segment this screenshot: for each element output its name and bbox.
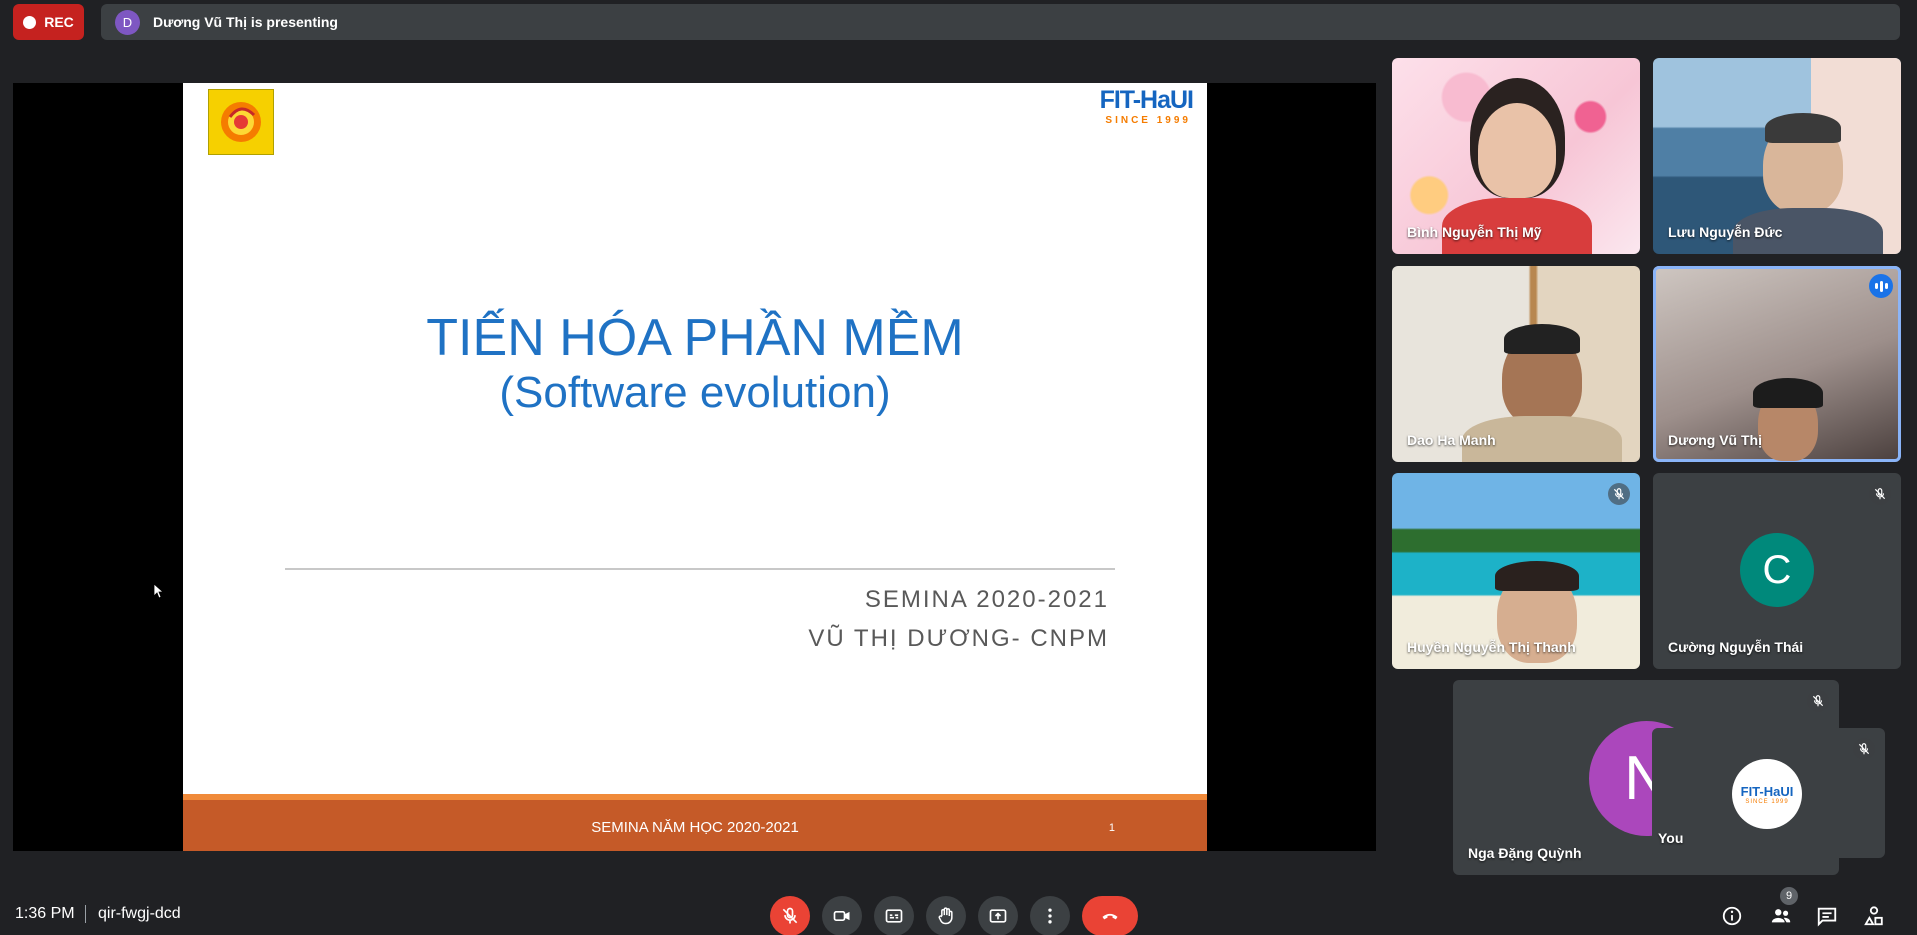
- slide-footer-text: SEMINA NĂM HỌC 2020-2021: [591, 819, 799, 836]
- bottom-divider: [85, 905, 86, 923]
- fit-haui-since-text: SINCE 1999: [1105, 115, 1191, 126]
- speaking-indicator-icon: [1869, 274, 1893, 298]
- participant-name: Dao Ha Manh: [1407, 432, 1496, 448]
- slide-title: TIẾN HÓA PHẦN MỀM: [426, 309, 964, 367]
- camera-toggle-button[interactable]: [822, 896, 862, 935]
- participant-tile[interactable]: Lưu Nguyễn Đức: [1653, 58, 1901, 254]
- videocam-icon: [833, 911, 850, 921]
- closed-caption-icon: [885, 909, 903, 923]
- mic-off-icon: [1608, 483, 1630, 505]
- hand-icon: [938, 907, 953, 925]
- raise-hand-button[interactable]: [926, 896, 966, 935]
- participant-name: Nga Đặng Quỳnh: [1468, 845, 1582, 861]
- participant-name: Lưu Nguyễn Đức: [1668, 224, 1783, 240]
- slide-subtitle: (Software evolution): [499, 368, 891, 417]
- self-avatar-since-text: SINCE 1999: [1745, 798, 1789, 805]
- self-avatar: FIT-HaUI SINCE 1999: [1732, 759, 1802, 829]
- presenting-banner[interactable]: D Dương Vũ Thị is presenting: [101, 4, 1900, 40]
- participant-name: Huyền Nguyễn Thị Thanh: [1407, 639, 1576, 655]
- people-button[interactable]: [1767, 902, 1795, 930]
- self-avatar-logo-text: FIT-HaUI: [1740, 783, 1794, 799]
- info-icon: [1722, 906, 1742, 926]
- mic-off-icon: [1869, 483, 1891, 505]
- more-vert-icon: [1048, 908, 1052, 924]
- call-end-icon: [1102, 913, 1118, 920]
- mic-off-icon: [1853, 738, 1875, 760]
- activities-shapes-icon: [1864, 906, 1883, 926]
- participant-name: Dương Vũ Thị: [1668, 432, 1762, 448]
- mouse-cursor-icon: [153, 583, 165, 599]
- participant-name: You: [1658, 830, 1684, 846]
- participant-tile[interactable]: Dao Ha Manh: [1392, 266, 1640, 462]
- participant-name: Bình Nguyễn Thị Mỹ: [1407, 224, 1542, 240]
- recording-badge: REC: [13, 4, 84, 40]
- fit-haui-logo-text: FIT-HaUI: [1099, 86, 1194, 114]
- present-now-button[interactable]: [978, 896, 1018, 935]
- recording-label: REC: [44, 14, 74, 30]
- slide-divider: [285, 568, 1115, 570]
- chat-icon: [1817, 907, 1837, 927]
- leave-call-button[interactable]: [1082, 896, 1138, 935]
- presenting-text: Dương Vũ Thị is presenting: [153, 14, 338, 30]
- clock-time: 1:36 PM: [15, 905, 75, 922]
- university-logo: [208, 89, 274, 155]
- university-emblem-icon: [221, 102, 261, 142]
- slide-author: VŨ THỊ DƯƠNG- CNPM: [808, 625, 1109, 652]
- participant-count-badge: 9: [1780, 887, 1798, 905]
- participant-tile-active-speaker[interactable]: Dương Vũ Thị: [1653, 266, 1901, 462]
- activities-button[interactable]: [1860, 902, 1888, 930]
- meeting-details-button[interactable]: [1718, 902, 1746, 930]
- chat-button[interactable]: [1813, 902, 1841, 930]
- participant-tile[interactable]: Bình Nguyễn Thị Mỹ: [1392, 58, 1640, 254]
- fit-haui-logo: FIT-HaUI SINCE 1999: [1083, 85, 1194, 145]
- participant-tile[interactable]: Huyền Nguyễn Thị Thanh: [1392, 473, 1640, 669]
- more-options-button[interactable]: [1030, 896, 1070, 935]
- participant-avatar: C: [1740, 533, 1814, 607]
- participant-name: Cường Nguyễn Thái: [1668, 639, 1804, 655]
- mic-off-icon: [782, 907, 798, 924]
- meeting-code[interactable]: qir-fwgj-dcd: [98, 905, 181, 923]
- slide-footer: SEMINA NĂM HỌC 2020-2021 1: [183, 794, 1207, 851]
- present-to-all-icon: [989, 909, 1007, 923]
- presentation-slide: FIT-HaUI SINCE 1999 TIẾN HÓA PHẦN MỀM (S…: [183, 83, 1207, 851]
- record-dot-icon: [23, 15, 37, 29]
- presentation-stage[interactable]: FIT-HaUI SINCE 1999 TIẾN HÓA PHẦN MỀM (S…: [13, 83, 1376, 851]
- mic-off-icon: [1807, 690, 1829, 712]
- slide-semina-year: SEMINA 2020-2021: [864, 586, 1109, 613]
- people-icon: [1771, 909, 1791, 923]
- presenter-avatar: D: [115, 9, 140, 35]
- self-view-tile[interactable]: FIT-HaUI SINCE 1999 You: [1652, 728, 1885, 858]
- mic-toggle-button[interactable]: [770, 896, 810, 935]
- slide-page-number: 1: [1108, 822, 1115, 834]
- participant-tile[interactable]: C Cường Nguyễn Thái: [1653, 473, 1901, 669]
- captions-button[interactable]: [874, 896, 914, 935]
